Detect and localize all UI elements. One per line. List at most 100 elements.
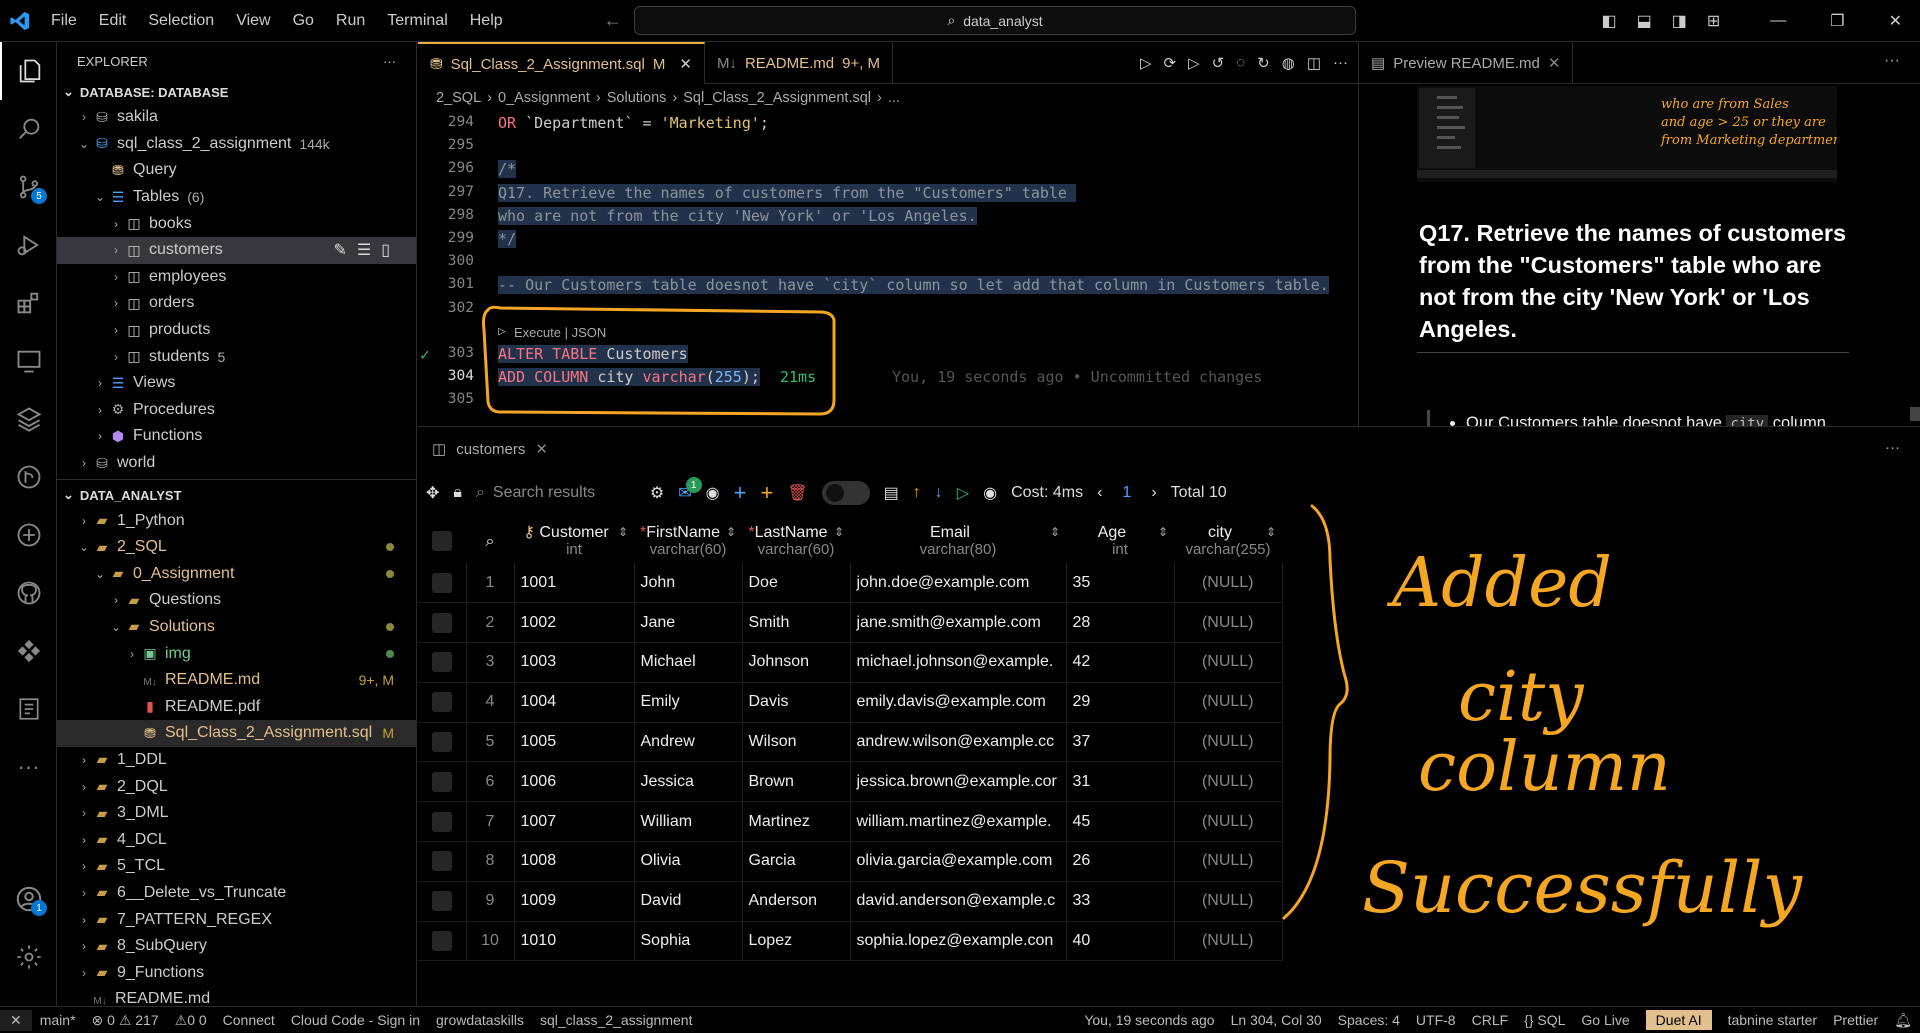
status-item[interactable]: Ln 304, Col 30 (1231, 1012, 1322, 1028)
status-item[interactable]: Spaces: 4 (1338, 1012, 1400, 1028)
edit-toggle[interactable] (821, 481, 870, 505)
sort-icon[interactable]: ⇕ (834, 524, 844, 541)
status-item[interactable]: ⊗ 0 ⚠ 217 (92, 1012, 159, 1029)
table-row[interactable]: 6 1006 Jessica Brown jessica.brown@example.c… (418, 761, 1283, 803)
tree-item-9-functions[interactable]: › ▰ 9_Functions (57, 959, 416, 986)
github-icon[interactable] (0, 564, 57, 622)
editor-tab-readme[interactable]: M↓ README.md 9+, M (705, 42, 894, 84)
sort-icon[interactable]: ⇕ (1266, 524, 1276, 541)
table-cell[interactable]: 1001 (514, 563, 635, 604)
table-cell[interactable]: Wilson (742, 722, 851, 763)
table-cell[interactable]: 26 (1066, 841, 1175, 882)
tree-item-students[interactable]: › ◫ students 5 (57, 343, 416, 370)
customize-layout-icon[interactable]: ⊞ (1707, 11, 1720, 31)
more-actions-icon[interactable]: ··· (383, 54, 396, 69)
code-line[interactable]: /* (498, 160, 517, 179)
status-item[interactable]: ⚠0 0 (175, 1012, 207, 1029)
tree-item-readme-md[interactable]: M↓ README.md 9+, M (57, 667, 416, 694)
close-panel-tab-icon[interactable]: ✕ (535, 440, 548, 458)
more-icon[interactable]: ··· (0, 738, 57, 796)
table-cell[interactable]: Garcia (742, 841, 851, 882)
tree-item-img[interactable]: › ▣ img (57, 640, 416, 667)
table-row[interactable]: 1 1001 John Doe john.doe@example.com 35 (NULL) (418, 563, 1283, 604)
table-cell[interactable]: 42 (1066, 642, 1175, 683)
run-all-icon[interactable]: ▷ (1188, 54, 1200, 72)
column-header-city[interactable]: city ⇕ varchar(255) (1174, 519, 1282, 563)
search-results-input[interactable]: ⌕ Search results (476, 478, 636, 508)
gitlens-icon[interactable] (0, 448, 57, 506)
page-number[interactable]: 1 (1122, 484, 1131, 502)
table-cell[interactable]: 1010 (514, 921, 635, 962)
table-cell[interactable]: Emily (634, 682, 743, 723)
status-item[interactable]: tabnine starter (1728, 1012, 1818, 1028)
bell-icon[interactable]: 🔔︎ (1894, 1012, 1912, 1029)
table-row[interactable]: 3 1003 Michael Johnson michael.johnson@examp… (418, 642, 1283, 683)
table-row[interactable]: 9 1009 David Anderson david.anderson@example… (418, 881, 1283, 922)
menu-go[interactable]: Go (293, 12, 314, 29)
status-item[interactable]: {} SQL (1524, 1012, 1565, 1028)
tree-item-views[interactable]: › ☰ Views (57, 370, 416, 397)
code-line[interactable]: OR `Department` = 'Marketing'; (498, 114, 769, 132)
status-item[interactable]: Duet AI (1645, 1010, 1712, 1030)
tree-item-books[interactable]: › ◫ books (57, 210, 416, 237)
tree-item-orders[interactable]: › ◫ orders (57, 290, 416, 317)
move-icon[interactable]: ✥ (426, 483, 439, 503)
menu-help[interactable]: Help (470, 12, 503, 29)
extensions-icon[interactable] (0, 274, 57, 332)
menu-selection[interactable]: Selection (148, 12, 214, 29)
breadcrumb-item[interactable]: Solutions (607, 90, 667, 106)
tree-item-tables[interactable]: ⌄ ☰ Tables (6) (57, 184, 416, 211)
status-item[interactable]: Go Live (1581, 1012, 1629, 1028)
table-cell[interactable]: Lopez (742, 921, 851, 962)
table-cell[interactable]: Jessica (634, 761, 743, 803)
row-checkbox[interactable] (418, 801, 467, 843)
menu-view[interactable]: View (236, 12, 270, 29)
comment-icon[interactable]: ▤ (884, 483, 899, 503)
menu-edit[interactable]: Edit (99, 12, 127, 29)
table-cell[interactable]: 45 (1066, 801, 1175, 843)
run-icon[interactable]: ▷ (1140, 54, 1152, 72)
next-page-icon[interactable]: › (1151, 484, 1156, 502)
toggle-secondary-sidebar-icon[interactable]: ◨ (1672, 11, 1687, 31)
arrow-down-icon[interactable]: ↓ (935, 484, 943, 502)
table-row[interactable]: 8 1008 Olivia Garcia olivia.garcia@example.c… (418, 841, 1283, 882)
tree-item-6-delete-vs-truncate[interactable]: › ▰ 6__Delete_vs_Truncate (57, 880, 416, 907)
row-checkbox[interactable] (418, 841, 467, 882)
tree-item-world[interactable]: › ⛁ world (57, 450, 416, 477)
table-cell[interactable]: Brown (742, 761, 851, 803)
table-cell[interactable]: william.martinez@example. (850, 801, 1067, 843)
table-cell[interactable]: Doe (742, 563, 851, 604)
toggle-sidebar-icon[interactable]: ◧ (1601, 11, 1616, 31)
table-cell[interactable]: andrew.wilson@example.cc (850, 722, 1067, 763)
tree-item-1-ddl[interactable]: › ▰ 1_DDL (57, 747, 416, 774)
database-icon[interactable] (0, 390, 57, 448)
row-checkbox[interactable] (418, 682, 467, 723)
row-checkbox[interactable] (418, 602, 467, 644)
code-line[interactable]: who are not from the city 'New York' or … (498, 206, 977, 225)
row-checkbox[interactable] (418, 563, 467, 604)
editor-more-icon[interactable]: ··· (1333, 54, 1348, 72)
toggle-panel-icon[interactable]: ⬓ (1637, 11, 1652, 31)
account-icon[interactable]: 1 (0, 870, 57, 928)
notes-icon[interactable] (0, 680, 57, 738)
table-cell[interactable]: 35 (1066, 563, 1175, 604)
sort-icon[interactable]: ⇕ (1050, 524, 1060, 541)
table-cell[interactable]: jessica.brown@example.cor (850, 761, 1067, 803)
table-cell[interactable]: (NULL) (1174, 682, 1283, 723)
table-cell[interactable]: Anderson (742, 881, 851, 922)
table-cell[interactable]: (NULL) (1174, 801, 1283, 843)
go-forward-icon[interactable]: ↻ (1257, 54, 1270, 72)
puzzle-icon[interactable] (0, 622, 57, 680)
status-item[interactable]: UTF-8 (1416, 1012, 1456, 1028)
table-cell[interactable]: Martinez (742, 801, 851, 843)
table-cell[interactable]: John (634, 563, 743, 604)
tree-item-query[interactable]: ⛃ Query (57, 157, 416, 184)
row-checkbox[interactable] (418, 921, 467, 962)
preview-scrollbar[interactable] (1910, 407, 1920, 421)
tree-item-8-subquery[interactable]: › ▰ 8_SubQuery (57, 933, 416, 960)
remote-indicator-icon[interactable]: ✕ (0, 1009, 32, 1031)
table-cell[interactable]: 1009 (514, 881, 635, 922)
row-checkbox[interactable] (418, 642, 467, 683)
table-cell[interactable]: 37 (1066, 722, 1175, 763)
code-line[interactable]: ADD COLUMN city varchar(255); (498, 368, 760, 386)
